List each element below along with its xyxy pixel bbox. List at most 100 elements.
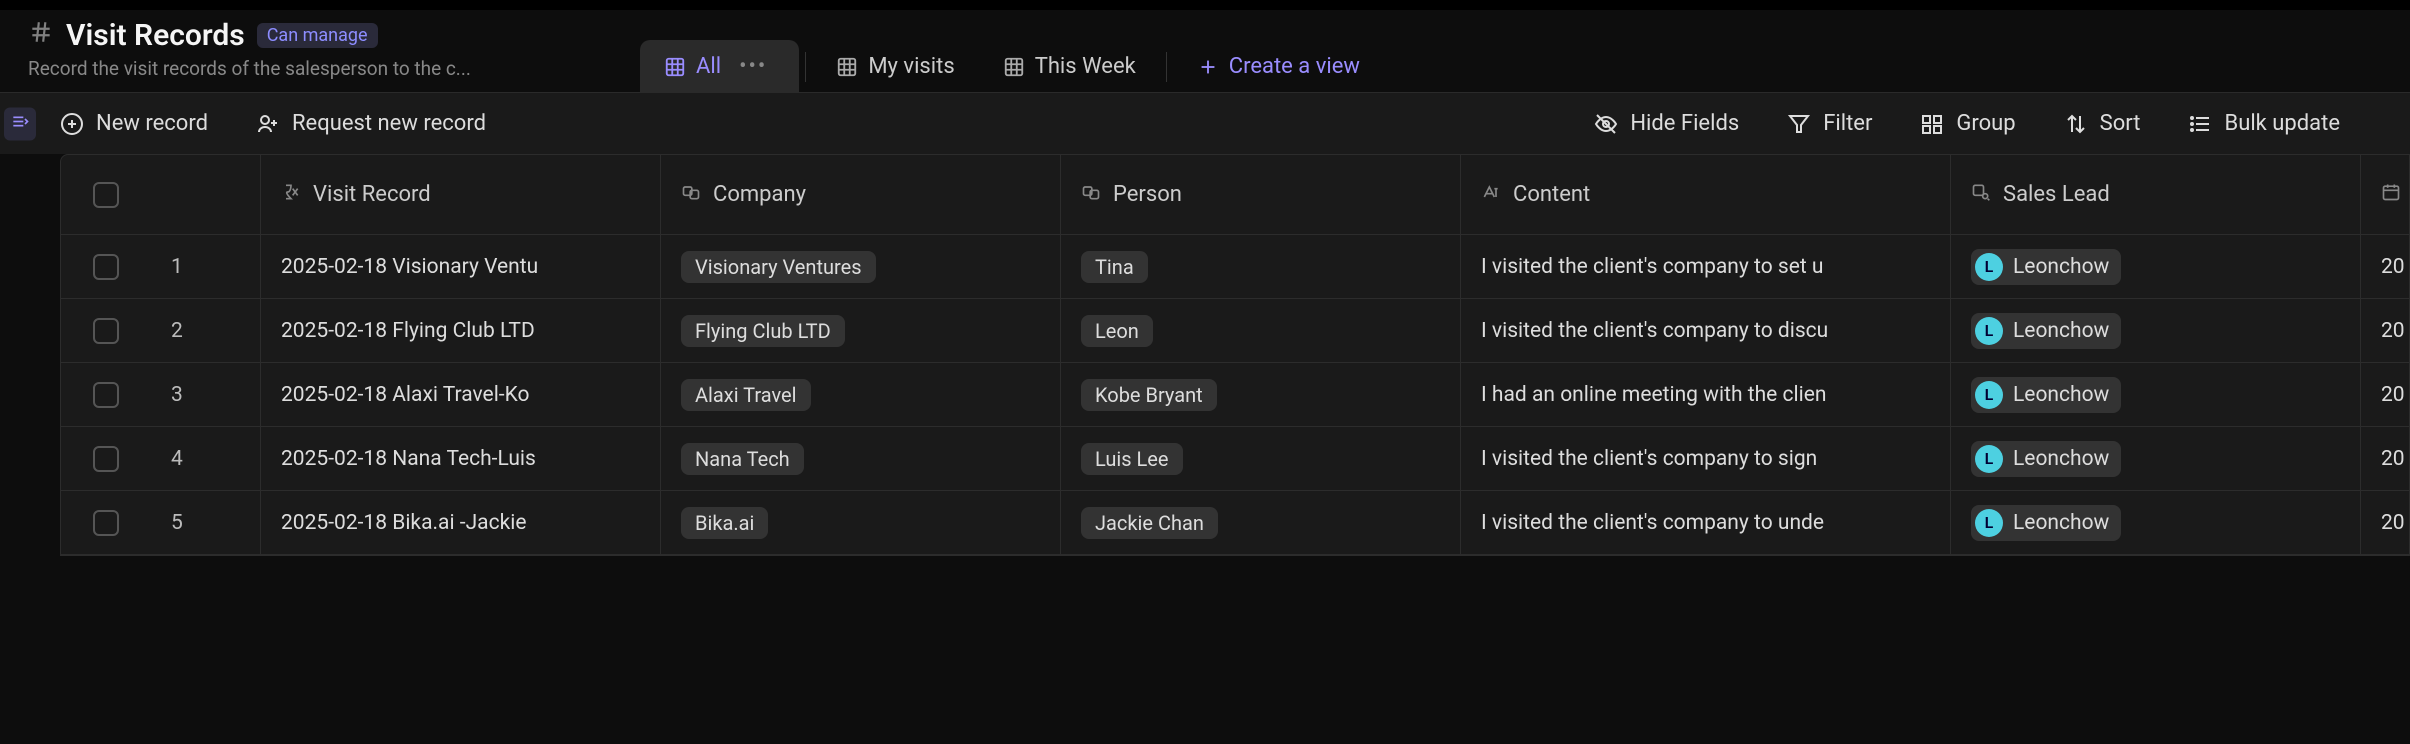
lead-chip[interactable]: L Leonchow [1971, 249, 2121, 285]
page-title: Visit Records [66, 18, 245, 53]
link-icon [1081, 182, 1101, 208]
view-tab-this-week[interactable]: This Week [979, 40, 1160, 93]
person-chip[interactable]: Tina [1081, 251, 1148, 283]
cell-visit-record[interactable]: 2025-02-18 Nana Tech-Luis [261, 427, 661, 490]
lead-chip[interactable]: L Leonchow [1971, 505, 2121, 541]
cell-extra[interactable]: 20 [2361, 363, 2410, 426]
table-row[interactable]: 5 2025-02-18 Bika.ai -Jackie Bika.ai Jac… [61, 491, 2409, 555]
row-checkbox[interactable] [93, 382, 119, 408]
cell-person[interactable]: Leon [1061, 299, 1461, 362]
col-label: Visit Record [313, 182, 431, 207]
lead-chip[interactable]: L Leonchow [1971, 313, 2121, 349]
grid-icon [664, 56, 686, 78]
group-label: Group [1956, 111, 2015, 136]
avatar: L [1975, 509, 2003, 537]
cell-extra[interactable]: 20 [2361, 299, 2410, 362]
sort-button[interactable]: Sort [2064, 111, 2141, 136]
filter-button[interactable]: Filter [1787, 111, 1872, 136]
new-record-button[interactable]: New record [60, 111, 208, 136]
cell-extra[interactable]: 20 [2361, 427, 2410, 490]
cell-visit-record[interactable]: 2025-02-18 Alaxi Travel-Ko [261, 363, 661, 426]
cell-sales-lead[interactable]: L Leonchow [1951, 427, 2361, 490]
table-row[interactable]: 2 2025-02-18 Flying Club LTD Flying Club… [61, 299, 2409, 363]
view-tab-my-visits[interactable]: My visits [812, 40, 978, 93]
person-chip[interactable]: Kobe Bryant [1081, 379, 1217, 411]
group-icon [1920, 112, 1944, 136]
lead-chip[interactable]: L Leonchow [1971, 441, 2121, 477]
select-all-checkbox[interactable] [93, 182, 119, 208]
table-row[interactable]: 4 2025-02-18 Nana Tech-Luis Nana Tech Lu… [61, 427, 2409, 491]
lead-chip[interactable]: L Leonchow [1971, 377, 2121, 413]
company-chip[interactable]: Visionary Ventures [681, 251, 876, 283]
company-chip[interactable]: Nana Tech [681, 443, 804, 475]
row-checkbox[interactable] [93, 254, 119, 280]
row-checkbox[interactable] [93, 446, 119, 472]
table-header: Visit Record Company Person Content Sale… [61, 155, 2409, 235]
cell-sales-lead[interactable]: L Leonchow [1951, 299, 2361, 362]
cell-content[interactable]: I had an online meeting with the clien [1461, 363, 1951, 426]
col-content[interactable]: Content [1461, 155, 1951, 234]
cell-person[interactable]: Kobe Bryant [1061, 363, 1461, 426]
create-view-button[interactable]: Create a view [1173, 40, 1384, 93]
table-row[interactable]: 1 2025-02-18 Visionary Ventu Visionary V… [61, 235, 2409, 299]
grid-icon [1003, 56, 1025, 78]
company-chip[interactable]: Alaxi Travel [681, 379, 811, 411]
col-label: Company [713, 182, 806, 207]
col-company[interactable]: Company [661, 155, 1061, 234]
cell-sales-lead[interactable]: L Leonchow [1951, 491, 2361, 554]
col-sales-lead[interactable]: Sales Lead [1951, 155, 2361, 234]
company-chip[interactable]: Flying Club LTD [681, 315, 845, 347]
expand-sidebar-button[interactable] [4, 107, 36, 140]
cell-extra[interactable]: 20 [2361, 491, 2410, 554]
lead-name: Leonchow [2013, 511, 2109, 535]
bulk-update-button[interactable]: Bulk update [2188, 111, 2340, 136]
cell-sales-lead[interactable]: L Leonchow [1951, 235, 2361, 298]
cell-content[interactable]: I visited the client's company to set u [1461, 235, 1951, 298]
cell-company[interactable]: Nana Tech [661, 427, 1061, 490]
cell-company[interactable]: Alaxi Travel [661, 363, 1061, 426]
avatar: L [1975, 253, 2003, 281]
cell-visit-record[interactable]: 2025-02-18 Flying Club LTD [261, 299, 661, 362]
cell-sales-lead[interactable]: L Leonchow [1951, 363, 2361, 426]
cell-person[interactable]: Jackie Chan [1061, 491, 1461, 554]
hide-fields-button[interactable]: Hide Fields [1594, 111, 1739, 136]
avatar: L [1975, 317, 2003, 345]
cell-company[interactable]: Flying Club LTD [661, 299, 1061, 362]
plus-icon [1197, 56, 1219, 78]
col-extra[interactable] [2361, 155, 2410, 234]
permission-badge[interactable]: Can manage [257, 23, 378, 48]
person-chip[interactable]: Jackie Chan [1081, 507, 1218, 539]
person-chip[interactable]: Luis Lee [1081, 443, 1183, 475]
table-row[interactable]: 3 2025-02-18 Alaxi Travel-Ko Alaxi Trave… [61, 363, 2409, 427]
group-button[interactable]: Group [1920, 111, 2015, 136]
col-visit-record[interactable]: Visit Record [261, 155, 661, 234]
person-chip[interactable]: Leon [1081, 315, 1153, 347]
col-person[interactable]: Person [1061, 155, 1461, 234]
view-tab-all[interactable]: All ••• [640, 40, 799, 93]
cell-content[interactable]: I visited the client's company to sign [1461, 427, 1951, 490]
company-chip[interactable]: Bika.ai [681, 507, 768, 539]
cell-content[interactable]: I visited the client's company to discu [1461, 299, 1951, 362]
row-checkbox[interactable] [93, 318, 119, 344]
cell-visit-record[interactable]: 2025-02-18 Visionary Ventu [261, 235, 661, 298]
view-tab-label: My visits [868, 54, 954, 79]
request-new-label: Request new record [292, 111, 486, 136]
bulk-update-label: Bulk update [2224, 111, 2340, 136]
cell-content[interactable]: I visited the client's company to unde [1461, 491, 1951, 554]
cell-person[interactable]: Luis Lee [1061, 427, 1461, 490]
row-index: 2 [151, 299, 261, 362]
cell-person[interactable]: Tina [1061, 235, 1461, 298]
request-new-record-button[interactable]: Request new record [256, 111, 486, 136]
calendar-icon [2381, 182, 2401, 208]
grid-icon [836, 56, 858, 78]
filter-label: Filter [1823, 111, 1872, 136]
more-icon[interactable]: ••• [731, 54, 775, 79]
cell-extra[interactable]: 20 [2361, 235, 2410, 298]
cell-company[interactable]: Visionary Ventures [661, 235, 1061, 298]
cell-visit-record[interactable]: 2025-02-18 Bika.ai -Jackie [261, 491, 661, 554]
row-checkbox[interactable] [93, 510, 119, 536]
row-index: 4 [151, 427, 261, 490]
create-view-label: Create a view [1229, 54, 1360, 79]
cell-company[interactable]: Bika.ai [661, 491, 1061, 554]
view-tab-label: All [696, 54, 721, 79]
